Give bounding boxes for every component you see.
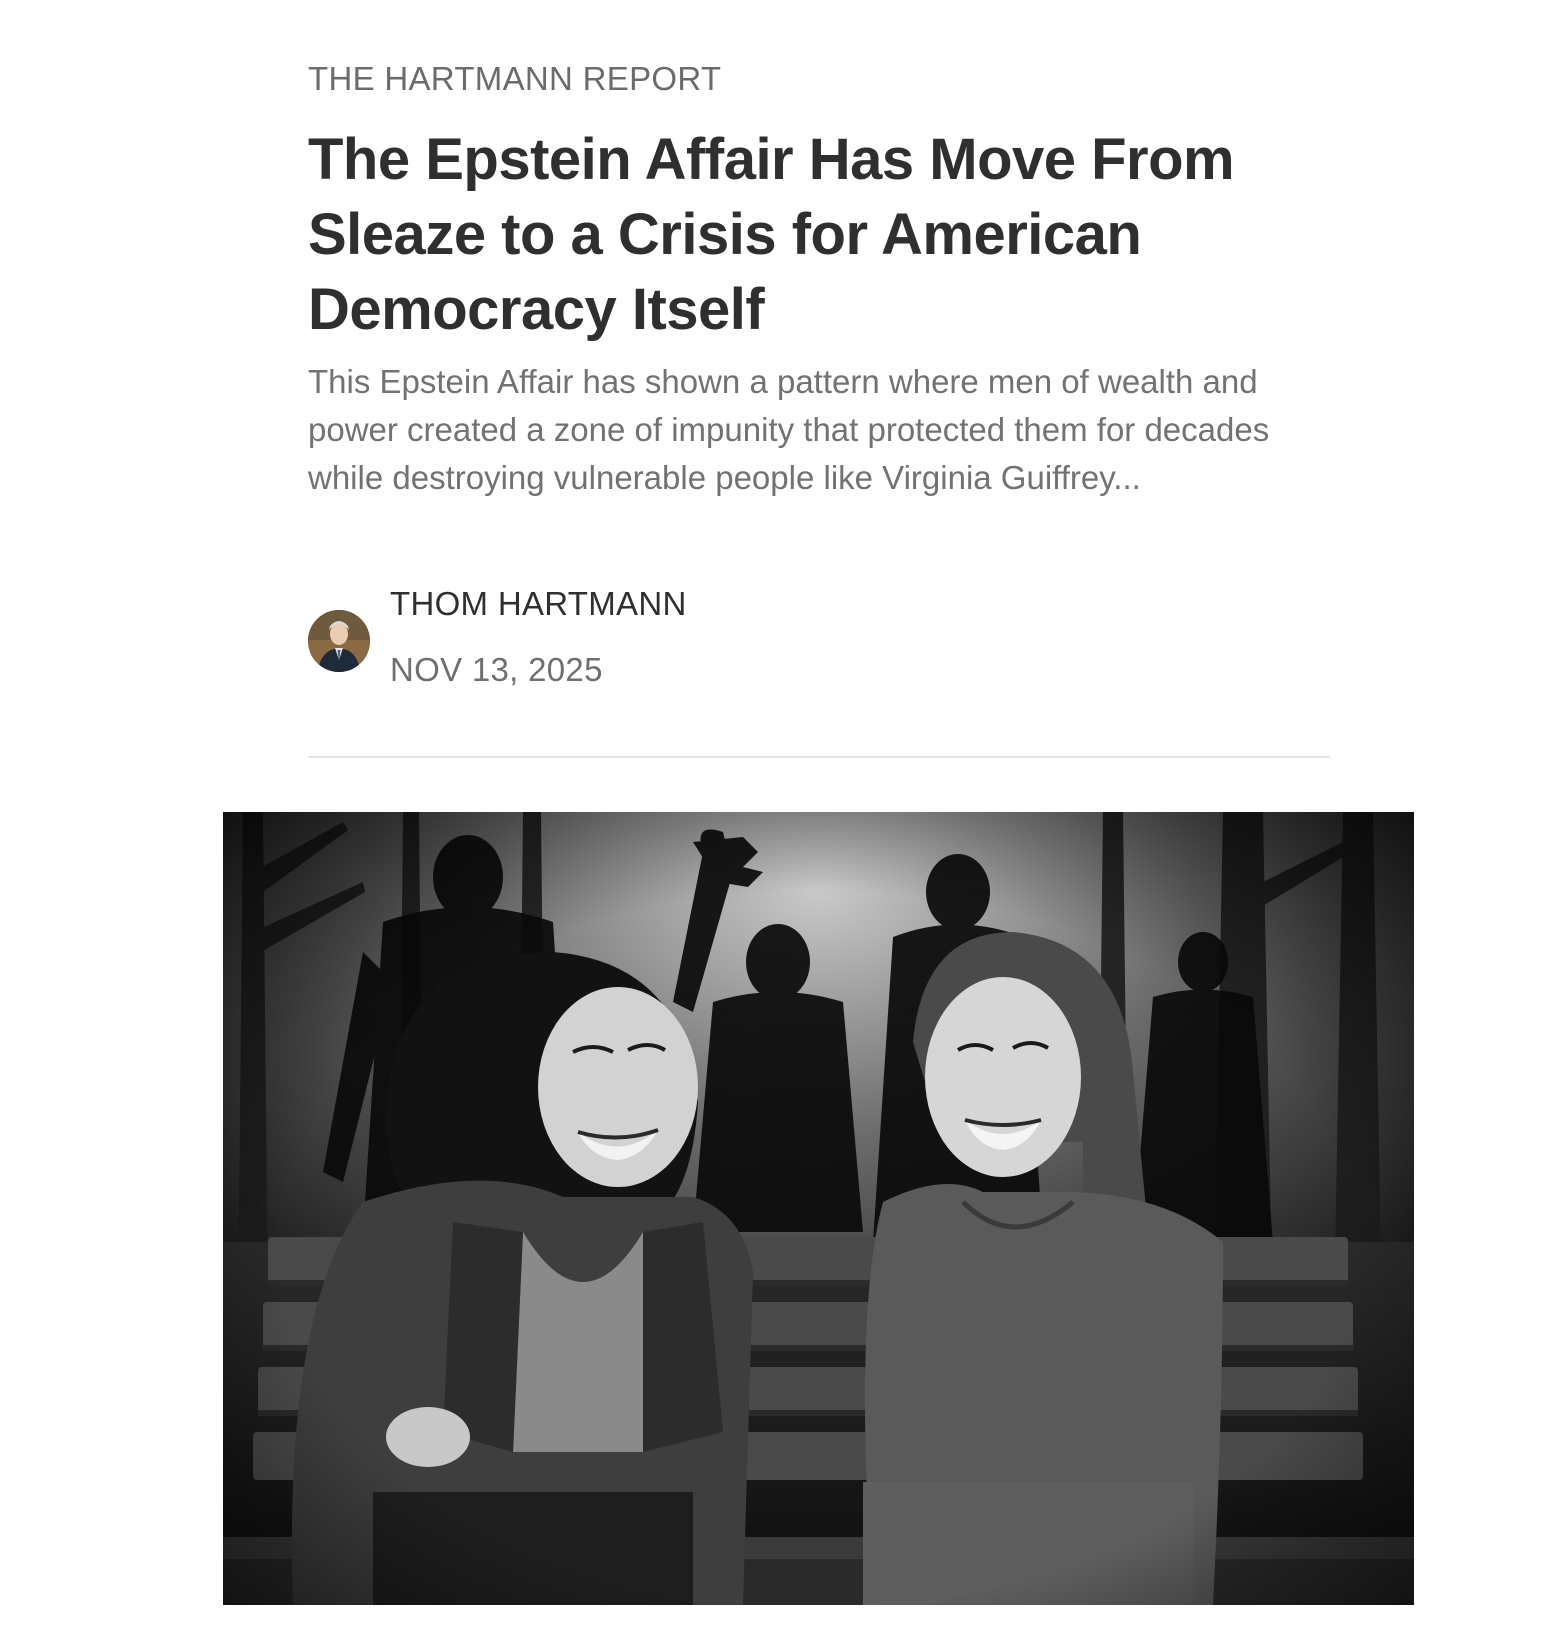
avatar-image [308,610,370,672]
byline: THOM HARTMANN NOV 13, 2025 [308,585,1008,695]
divider [308,756,1330,758]
hero-image [223,812,1414,1605]
author-avatar[interactable] [308,610,370,672]
photo-image-icon [223,812,1414,1605]
post-subtitle: This Epstein Affair has shown a pattern … [308,363,1270,496]
publication-name[interactable]: THE HARTMANN REPORT [308,60,721,98]
post-date: NOV 13, 2025 [390,651,603,688]
author-name[interactable]: THOM HARTMANN [390,585,687,623]
post-title: The Epstein Affair Has Move From Sleaze … [308,127,1235,342]
